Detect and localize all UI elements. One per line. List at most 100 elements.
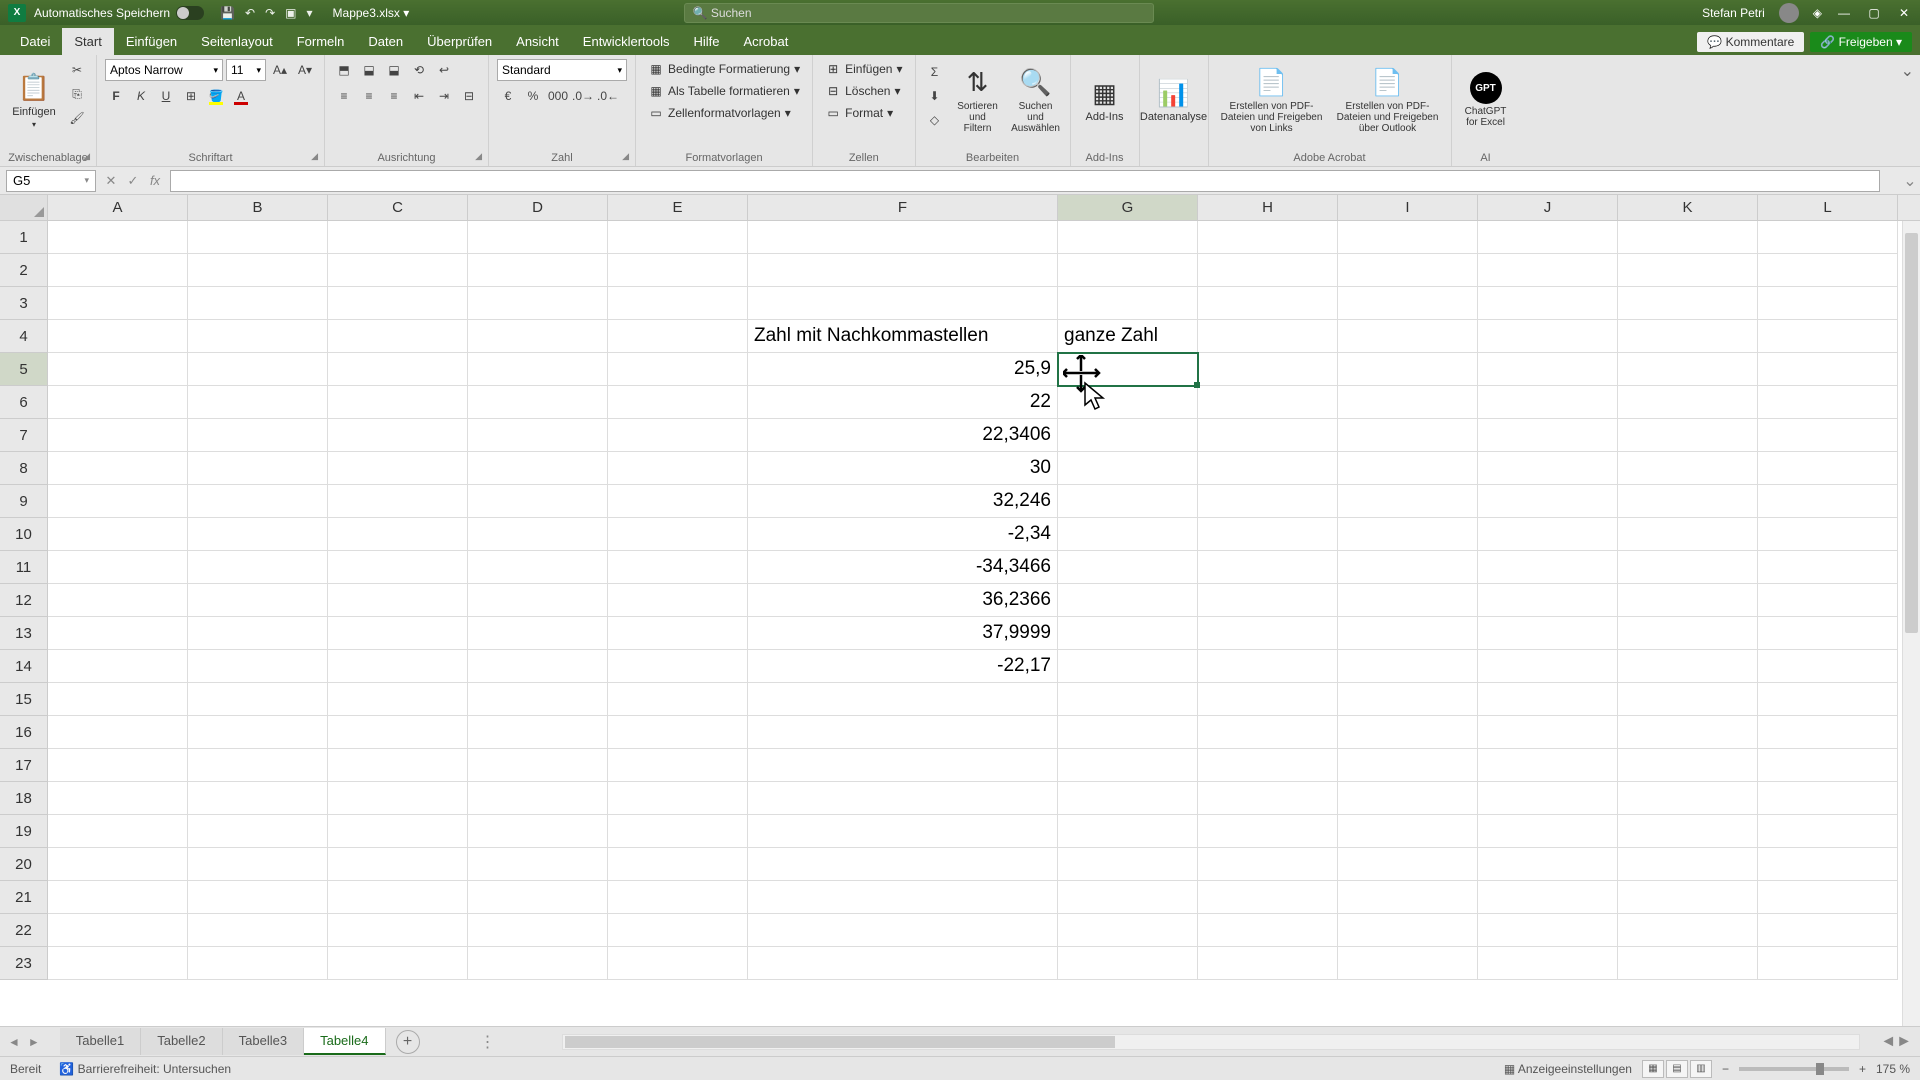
sheet-tab[interactable]: Tabelle3 [223, 1028, 304, 1055]
cell[interactable] [1058, 518, 1198, 551]
cell[interactable] [48, 947, 188, 980]
cell[interactable] [1198, 617, 1338, 650]
cell[interactable] [1058, 452, 1198, 485]
row-header[interactable]: 1 [0, 221, 48, 254]
italic-button[interactable]: K [130, 85, 152, 107]
cell[interactable] [468, 584, 608, 617]
increase-decimal-icon[interactable]: .0→ [572, 85, 594, 107]
cell-styles-button[interactable]: ▭Zellenformatvorlagen ▾ [644, 103, 804, 123]
decrease-indent-icon[interactable]: ⇤ [408, 85, 430, 107]
cell[interactable] [1338, 848, 1478, 881]
camera-icon[interactable]: ▣ [285, 6, 296, 20]
cell[interactable] [1618, 353, 1758, 386]
page-break-view-icon[interactable]: ▥ [1690, 1060, 1712, 1078]
cancel-formula-icon[interactable]: ✕ [102, 173, 120, 189]
cell[interactable] [1058, 947, 1198, 980]
cell[interactable] [188, 947, 328, 980]
maximize-button[interactable]: ▢ [1866, 6, 1882, 20]
cell[interactable] [1338, 782, 1478, 815]
cell[interactable] [608, 584, 748, 617]
cell[interactable] [608, 518, 748, 551]
cell[interactable] [1618, 815, 1758, 848]
cell[interactable] [1618, 419, 1758, 452]
align-center-icon[interactable]: ≡ [358, 85, 380, 107]
decrease-font-icon[interactable]: A▾ [294, 59, 316, 81]
cell[interactable] [188, 749, 328, 782]
cell[interactable] [1618, 518, 1758, 551]
cell[interactable] [608, 353, 748, 386]
cell[interactable] [1338, 815, 1478, 848]
qat-dropdown-icon[interactable]: ▾ [307, 6, 313, 20]
cell[interactable] [1758, 848, 1898, 881]
cell[interactable] [468, 386, 608, 419]
align-right-icon[interactable]: ≡ [383, 85, 405, 107]
row-header[interactable]: 13 [0, 617, 48, 650]
cell[interactable]: -2,34 [748, 518, 1058, 551]
cell[interactable] [188, 353, 328, 386]
cell[interactable] [1478, 749, 1618, 782]
cell[interactable] [188, 716, 328, 749]
align-top-icon[interactable]: ⬒ [333, 59, 355, 81]
conditional-formatting-button[interactable]: ▦Bedingte Formatierung ▾ [644, 59, 804, 79]
tab-datei[interactable]: Datei [8, 28, 62, 55]
cell[interactable] [748, 914, 1058, 947]
row-header[interactable]: 6 [0, 386, 48, 419]
close-button[interactable]: ✕ [1896, 6, 1912, 20]
cell[interactable] [1618, 782, 1758, 815]
delete-cells-button[interactable]: ⊟Löschen ▾ [821, 81, 906, 101]
cell[interactable] [608, 848, 748, 881]
tab-formeln[interactable]: Formeln [285, 28, 357, 55]
cell[interactable] [1618, 881, 1758, 914]
cell[interactable] [1478, 485, 1618, 518]
cell[interactable] [1058, 881, 1198, 914]
cell[interactable] [1758, 254, 1898, 287]
cell[interactable] [1198, 914, 1338, 947]
cell[interactable] [48, 914, 188, 947]
cell[interactable] [1198, 584, 1338, 617]
cell[interactable] [48, 452, 188, 485]
zoom-out-icon[interactable]: − [1722, 1062, 1729, 1076]
cell[interactable] [748, 254, 1058, 287]
column-header[interactable]: D [468, 195, 608, 220]
cell[interactable] [328, 947, 468, 980]
cell[interactable] [1198, 947, 1338, 980]
cell[interactable] [1478, 848, 1618, 881]
cell[interactable] [48, 485, 188, 518]
cell[interactable] [1618, 584, 1758, 617]
cell[interactable] [1338, 452, 1478, 485]
cell[interactable] [1478, 881, 1618, 914]
cell[interactable] [1058, 749, 1198, 782]
row-header[interactable]: 23 [0, 947, 48, 980]
sheet-tab[interactable]: Tabelle4 [304, 1028, 385, 1055]
tab-entwicklertools[interactable]: Entwicklertools [571, 28, 682, 55]
cell[interactable] [188, 419, 328, 452]
cell[interactable] [1618, 386, 1758, 419]
cell[interactable] [748, 881, 1058, 914]
cell[interactable] [1478, 353, 1618, 386]
cell[interactable] [608, 551, 748, 584]
cell[interactable] [608, 485, 748, 518]
cell[interactable] [1338, 617, 1478, 650]
cell[interactable] [1338, 485, 1478, 518]
cell[interactable]: 37,9999 [748, 617, 1058, 650]
cell[interactable] [1338, 881, 1478, 914]
cell[interactable] [608, 683, 748, 716]
cell[interactable] [188, 683, 328, 716]
page-layout-view-icon[interactable]: ▤ [1666, 1060, 1688, 1078]
cell[interactable] [1058, 683, 1198, 716]
number-format-combo[interactable]: Standard▾ [497, 59, 627, 81]
cell[interactable] [1758, 353, 1898, 386]
row-header[interactable]: 15 [0, 683, 48, 716]
share-button[interactable]: 🔗 Freigeben ▾ [1810, 32, 1912, 52]
cell[interactable] [328, 914, 468, 947]
cell[interactable] [1758, 584, 1898, 617]
cell[interactable] [468, 254, 608, 287]
cell[interactable] [1758, 749, 1898, 782]
cell[interactable] [468, 650, 608, 683]
cell[interactable] [1758, 881, 1898, 914]
cell[interactable] [188, 518, 328, 551]
cell[interactable] [328, 386, 468, 419]
cell[interactable] [188, 452, 328, 485]
cell[interactable] [48, 320, 188, 353]
tab-start[interactable]: Start [62, 28, 113, 55]
